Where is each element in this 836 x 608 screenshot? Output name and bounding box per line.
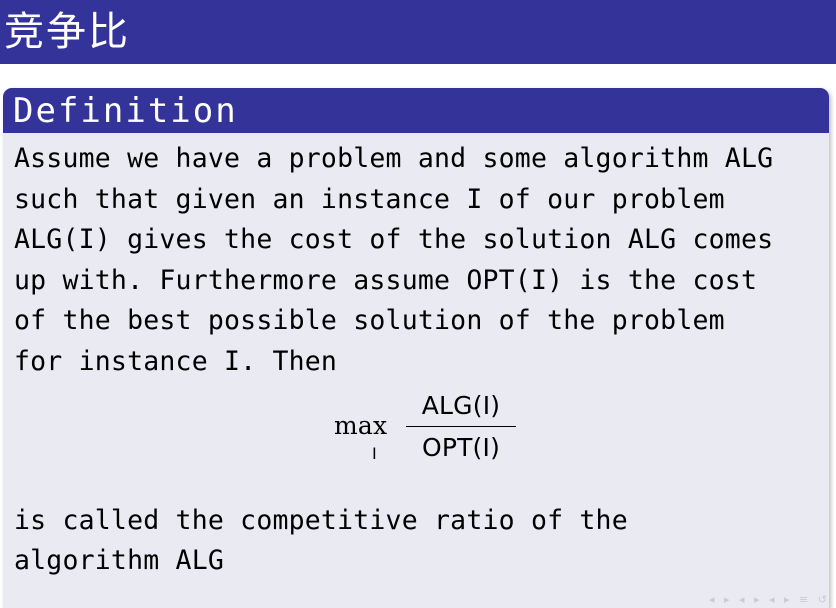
block-title: Definition <box>3 88 829 133</box>
max-operator: max <box>334 410 388 440</box>
fraction-denominator: OPT(I) <box>421 432 501 462</box>
block-body: Assume we have a problem and some algori… <box>3 133 829 582</box>
slide-title: 竞争比 <box>0 0 836 64</box>
conclusion-paragraph: is called the competitive ratio of the a… <box>14 504 628 577</box>
beamer-navigation-icons[interactable]: ◂ ▸ ◂ ▸ ◂ ▸ ≡ ↺ <box>709 593 830 606</box>
definition-paragraph: Assume we have a problem and some algori… <box>14 143 774 377</box>
competitive-ratio-formula: max I ALG(I) OPT(I) <box>14 383 829 501</box>
definition-block: Definition Assume we have a problem and … <box>3 88 829 608</box>
fraction-bar <box>406 425 516 427</box>
fraction-numerator: ALG(I) <box>421 390 501 420</box>
fraction: ALG(I) OPT(I) <box>406 387 516 467</box>
max-subscript: I <box>372 443 377 463</box>
